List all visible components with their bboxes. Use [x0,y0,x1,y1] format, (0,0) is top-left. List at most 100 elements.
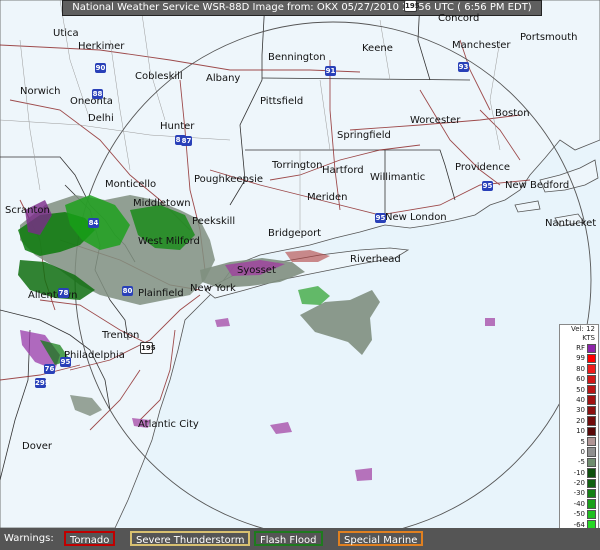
legend-label: -20 [573,479,585,488]
city-label-monticello: Monticello [105,179,157,190]
legend-swatch [587,457,596,468]
warning-tornado-button[interactable]: Tornado [64,531,116,546]
warning-flash-flood-button[interactable]: Flash Flood [254,531,323,546]
legend-label: -40 [573,499,585,508]
city-label-norwich: Norwich [20,86,61,97]
city-label-new-york: New York [190,283,236,294]
highway-shield: 95 [375,213,386,223]
highway-shield: 195 [140,342,156,354]
city-label-west-milford: West Milford [138,236,200,247]
legend-swatch [587,468,596,478]
legend-swatch [587,509,596,520]
legend-label: 80 [576,364,585,373]
city-label-cobleskill: Cobleskill [135,71,183,82]
highway-shield: 76 [44,364,55,374]
legend-label: -50 [573,510,585,519]
legend-row: 60 [560,374,598,385]
legend-row: -10 [560,468,598,478]
velocity-legend: Vel: 12 KTS RF 99 80 60 50 40 30 20 10 5 0 -5 -10 -20… [559,324,599,550]
legend-row: -50 [560,509,598,520]
legend-swatch [587,405,596,416]
city-label-hunter: Hunter [160,121,195,132]
city-label-riverhead: Riverhead [350,254,401,265]
city-label-worcester: Worcester [410,115,461,126]
legend-row: 99 [560,353,598,364]
legend-label: 5 [580,437,585,446]
city-label-syosset: Syosset [237,265,276,276]
city-label-providence: Providence [455,162,511,173]
legend-label: 99 [576,354,585,363]
legend-label: 10 [576,427,585,436]
legend-swatch [587,353,596,364]
legend-swatch [587,416,596,426]
city-label-torrington: Torrington [272,160,323,171]
legend-row: 30 [560,405,598,416]
highway-shield: 95 [482,181,493,191]
city-label-bennington: Bennington [268,52,326,63]
city-label-herkimer: Herkimer [78,41,125,52]
legend-label: -30 [573,489,585,498]
warning-special-marine-button[interactable]: Special Marine [338,531,424,546]
legend-row: 5 [560,437,598,447]
legend-row: -30 [560,488,598,499]
legend-label: -10 [573,468,585,477]
legend-row: 10 [560,426,598,437]
radar-map-view: National Weather Service WSR-88D Image f… [0,0,600,550]
city-label-new-bedford: New Bedford [505,180,570,191]
city-label-meriden: Meriden [307,192,348,203]
city-label-hartford: Hartford [322,165,364,176]
city-label-albany: Albany [206,73,241,84]
legend-row: 0 [560,447,598,457]
highway-shield: 95 [60,357,71,367]
city-label-new-london: New London [385,212,447,223]
city-label-allentown: Allentown [28,290,78,301]
legend-title: Vel: 12 [571,325,595,333]
city-label-scranton: Scranton [5,205,50,216]
legend-swatch [587,426,596,437]
legend-row: 50 [560,385,598,395]
legend-label: 40 [576,395,585,404]
city-label-boston: Boston [495,108,530,119]
legend-label: 50 [576,385,585,394]
legend-swatch [587,499,596,509]
city-label-delhi: Delhi [88,113,114,124]
city-label-trenton: Trenton [102,330,140,341]
city-label-utica: Utica [53,28,79,39]
legend-row: -40 [560,499,598,509]
legend-swatch [587,395,596,405]
legend-swatch [587,478,596,488]
legend-swatch [587,364,596,374]
legend-label: RF [576,344,585,352]
legend-scale: RF 99 80 60 50 40 30 20 10 5 0 -5 -10 -20 -30 -40 -50 -64… [560,343,598,550]
highway-shield: 93 [458,62,469,72]
city-label-philadelphia: Philadelphia [64,350,125,361]
legend-swatch [587,343,596,353]
legend-swatch [587,437,596,447]
legend-swatch [587,374,596,385]
legend-row: -5 [560,457,598,468]
warning-severe-thunderstorm-button[interactable]: Severe Thunderstorm [130,531,251,546]
highway-shield: 90 [95,63,106,73]
highway-shield: 91 [325,66,336,76]
highway-shield: 195 [404,0,420,12]
city-label-dover: Dover [22,441,52,452]
legend-row: 40 [560,395,598,405]
highway-shield: 87 [181,136,192,146]
highway-shield: 88 [92,89,103,99]
legend-row: 80 [560,364,598,374]
warnings-label: Warnings: [4,533,54,544]
city-label-keene: Keene [362,43,393,54]
legend-swatch [587,385,596,395]
highway-shield: 295 [35,378,50,388]
legend-label: 60 [576,375,585,384]
highway-shield: 80 [122,286,133,296]
legend-units: KTS [582,334,595,342]
city-label-portsmouth: Portsmouth [520,32,578,43]
city-label-poughkeepsie: Poughkeepsie [194,174,264,185]
legend-label: -5 [578,458,585,467]
legend-swatch [587,488,596,499]
legend-label: 30 [576,406,585,415]
city-label-springfield: Springfield [337,130,391,141]
warnings-bar: Warnings: Tornado Severe Thunderstorm Fl… [0,528,600,550]
legend-row: -20 [560,478,598,488]
